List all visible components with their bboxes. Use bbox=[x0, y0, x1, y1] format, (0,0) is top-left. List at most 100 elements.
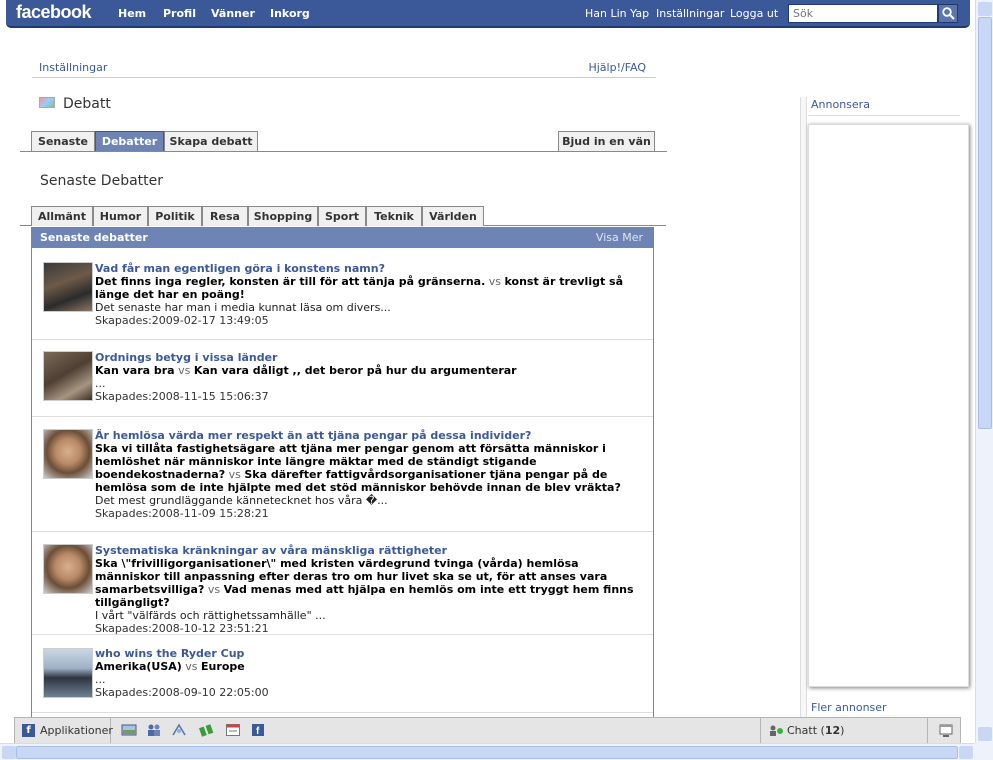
nav-home[interactable]: Hem bbox=[118, 7, 146, 20]
vertical-scrollbar[interactable] bbox=[975, 0, 993, 743]
gifts-icon[interactable] bbox=[198, 723, 214, 737]
debate-created: Skapades:2008-10-12 23:51:21 bbox=[95, 622, 269, 635]
more-ads-link[interactable]: Fler annonser bbox=[811, 701, 887, 714]
vs-label: vs bbox=[178, 364, 191, 377]
tabs-baseline bbox=[20, 151, 667, 152]
debate-item: who wins the Ryder Cup Amerika(USA) vs E… bbox=[32, 635, 653, 713]
list-header-title: Senaste debatter bbox=[40, 231, 148, 244]
search-input[interactable]: Sök bbox=[788, 4, 938, 23]
vertical-scroll-thumb[interactable] bbox=[978, 17, 992, 429]
list-header: Senaste debatter Visa Mer bbox=[32, 227, 653, 248]
chat-popout-icon[interactable] bbox=[938, 722, 954, 738]
debate-created: Skapades:2008-09-10 22:05:00 bbox=[95, 686, 269, 699]
events-icon[interactable] bbox=[225, 723, 241, 737]
scroll-right-arrow[interactable] bbox=[959, 746, 973, 759]
browser-viewport: facebook Hem Profil Vänner Inkorg Han Li… bbox=[0, 0, 975, 743]
vs-label: vs bbox=[185, 660, 198, 673]
author-avatar[interactable] bbox=[43, 544, 93, 594]
category-tab-sport[interactable]: Sport bbox=[318, 206, 366, 226]
page-title: Debatt bbox=[63, 96, 111, 112]
debate-app-icon bbox=[39, 97, 55, 108]
category-tab-technology[interactable]: Teknik bbox=[366, 206, 422, 226]
help-faq-link[interactable]: Hjälp!/FAQ bbox=[588, 61, 646, 74]
facebook-logo[interactable]: facebook bbox=[16, 2, 92, 23]
right-column-divider bbox=[800, 97, 807, 717]
vs-label: vs bbox=[488, 275, 502, 288]
author-avatar[interactable] bbox=[43, 648, 93, 698]
debate-side-a: Kan vara bra bbox=[95, 364, 175, 377]
section-title: Senaste Debatter bbox=[40, 173, 164, 189]
category-tab-world[interactable]: Världen bbox=[422, 206, 484, 226]
search-icon bbox=[942, 7, 955, 20]
debate-item: Ordnings betyg i vissa länder Kan vara b… bbox=[32, 340, 653, 417]
debate-snippet: ... bbox=[95, 673, 106, 686]
category-tab-general[interactable]: Allmänt bbox=[31, 206, 93, 226]
debate-title[interactable]: Är hemlösa värda mer respekt än att tjän… bbox=[95, 429, 635, 442]
app-settings-row: Inställningar Hjälp!/FAQ bbox=[32, 60, 656, 78]
photos-icon[interactable] bbox=[121, 723, 137, 737]
debate-snippet: Det senaste har man i media kunnat läsa … bbox=[95, 301, 391, 314]
nav-profile[interactable]: Profil bbox=[163, 7, 196, 20]
top-navigation-bar: facebook Hem Profil Vänner Inkorg Han Li… bbox=[6, 0, 970, 28]
debate-created: Skapades:2009-02-17 13:49:05 bbox=[95, 314, 269, 327]
category-tab-humor[interactable]: Humor bbox=[93, 206, 148, 226]
nav-user-name[interactable]: Han Lin Yap bbox=[585, 7, 649, 20]
debate-side-b: Europe bbox=[201, 660, 245, 673]
scroll-down-arrow[interactable] bbox=[978, 727, 992, 741]
show-more-link[interactable]: Visa Mer bbox=[596, 231, 643, 244]
debate-side-a: Amerika(USA) bbox=[95, 660, 182, 673]
vs-label: vs bbox=[207, 583, 221, 596]
debate-body: Är hemlösa värda mer respekt än att tjän… bbox=[95, 429, 635, 520]
author-avatar[interactable] bbox=[43, 429, 93, 479]
tab-latest[interactable]: Senaste bbox=[31, 131, 95, 151]
author-avatar[interactable] bbox=[43, 351, 93, 401]
advertise-link[interactable]: Annonsera bbox=[811, 98, 870, 111]
search-button[interactable] bbox=[938, 4, 958, 23]
category-tab-politics[interactable]: Politik bbox=[148, 206, 202, 226]
chat-button[interactable]: Chatt (12) bbox=[760, 718, 928, 743]
nav-settings[interactable]: Inställningar bbox=[656, 7, 724, 20]
debate-snippet: I vårt "välfärds och rättighetssamhälle"… bbox=[95, 609, 326, 622]
scroll-left-arrow[interactable] bbox=[2, 746, 16, 759]
scroll-up-arrow[interactable] bbox=[978, 2, 992, 16]
nav-friends[interactable]: Vänner bbox=[211, 7, 255, 20]
debate-item: Systematiska kränkningar av våra mänskli… bbox=[32, 532, 653, 635]
debate-created: Skapades:2008-11-15 15:06:37 bbox=[95, 390, 269, 403]
vs-label: vs bbox=[228, 468, 241, 481]
friends-icon[interactable] bbox=[146, 723, 162, 737]
debate-side-b: Kan vara dåligt ,, det beror på hur du a… bbox=[193, 364, 517, 377]
nav-inbox[interactable]: Inkorg bbox=[270, 7, 310, 20]
applications-label: Applikationer bbox=[40, 724, 113, 737]
debate-title[interactable]: Systematiska kränkningar av våra mänskli… bbox=[95, 544, 635, 557]
debate-list-panel: Senaste debatter Visa Mer Vad får man eg… bbox=[31, 227, 654, 743]
facebook-icon: f bbox=[22, 724, 35, 737]
author-avatar[interactable] bbox=[43, 262, 93, 312]
debate-title[interactable]: who wins the Ryder Cup bbox=[95, 647, 635, 660]
scrollbar-corner bbox=[975, 743, 993, 760]
category-tab-travel[interactable]: Resa bbox=[202, 206, 248, 226]
tab-debates[interactable]: Debatter bbox=[95, 131, 164, 151]
debate-title[interactable]: Ordnings betyg i vissa länder bbox=[95, 351, 635, 364]
debate-body: who wins the Ryder Cup Amerika(USA) vs E… bbox=[95, 647, 635, 699]
chat-online-icon bbox=[770, 725, 783, 736]
tab-create-debate[interactable]: Skapa debatt bbox=[164, 131, 258, 151]
debate-title[interactable]: Vad får man egentligen göra i konstens n… bbox=[95, 262, 635, 275]
debate-item: Är hemlösa värda mer respekt än att tjän… bbox=[32, 417, 653, 532]
online-friends-count: 12 bbox=[824, 724, 841, 737]
debate-snippet: ... bbox=[95, 377, 106, 390]
horizontal-scrollbar[interactable] bbox=[0, 743, 975, 760]
nav-logout[interactable]: Logga ut bbox=[730, 7, 778, 20]
applications-button[interactable]: f Applikationer bbox=[15, 718, 113, 743]
debate-created: Skapades:2008-11-09 15:28:21 bbox=[95, 507, 269, 520]
debate-item: Vad får man egentligen göra i konstens n… bbox=[32, 248, 653, 340]
settings-link[interactable]: Inställningar bbox=[39, 61, 107, 74]
facebook-app-icon[interactable]: f bbox=[250, 723, 266, 737]
notes-feed-icon[interactable] bbox=[171, 723, 187, 737]
category-tab-shopping[interactable]: Shopping bbox=[248, 206, 318, 226]
invite-friend-button[interactable]: Bjud in en vän bbox=[558, 131, 655, 151]
debate-snippet: Det mest grundläggande kännetecknet hos … bbox=[95, 494, 388, 507]
debate-body: Systematiska kränkningar av våra mänskli… bbox=[95, 544, 635, 635]
divider bbox=[808, 115, 960, 116]
horizontal-scroll-thumb[interactable] bbox=[16, 746, 958, 759]
ad-area bbox=[808, 124, 969, 687]
